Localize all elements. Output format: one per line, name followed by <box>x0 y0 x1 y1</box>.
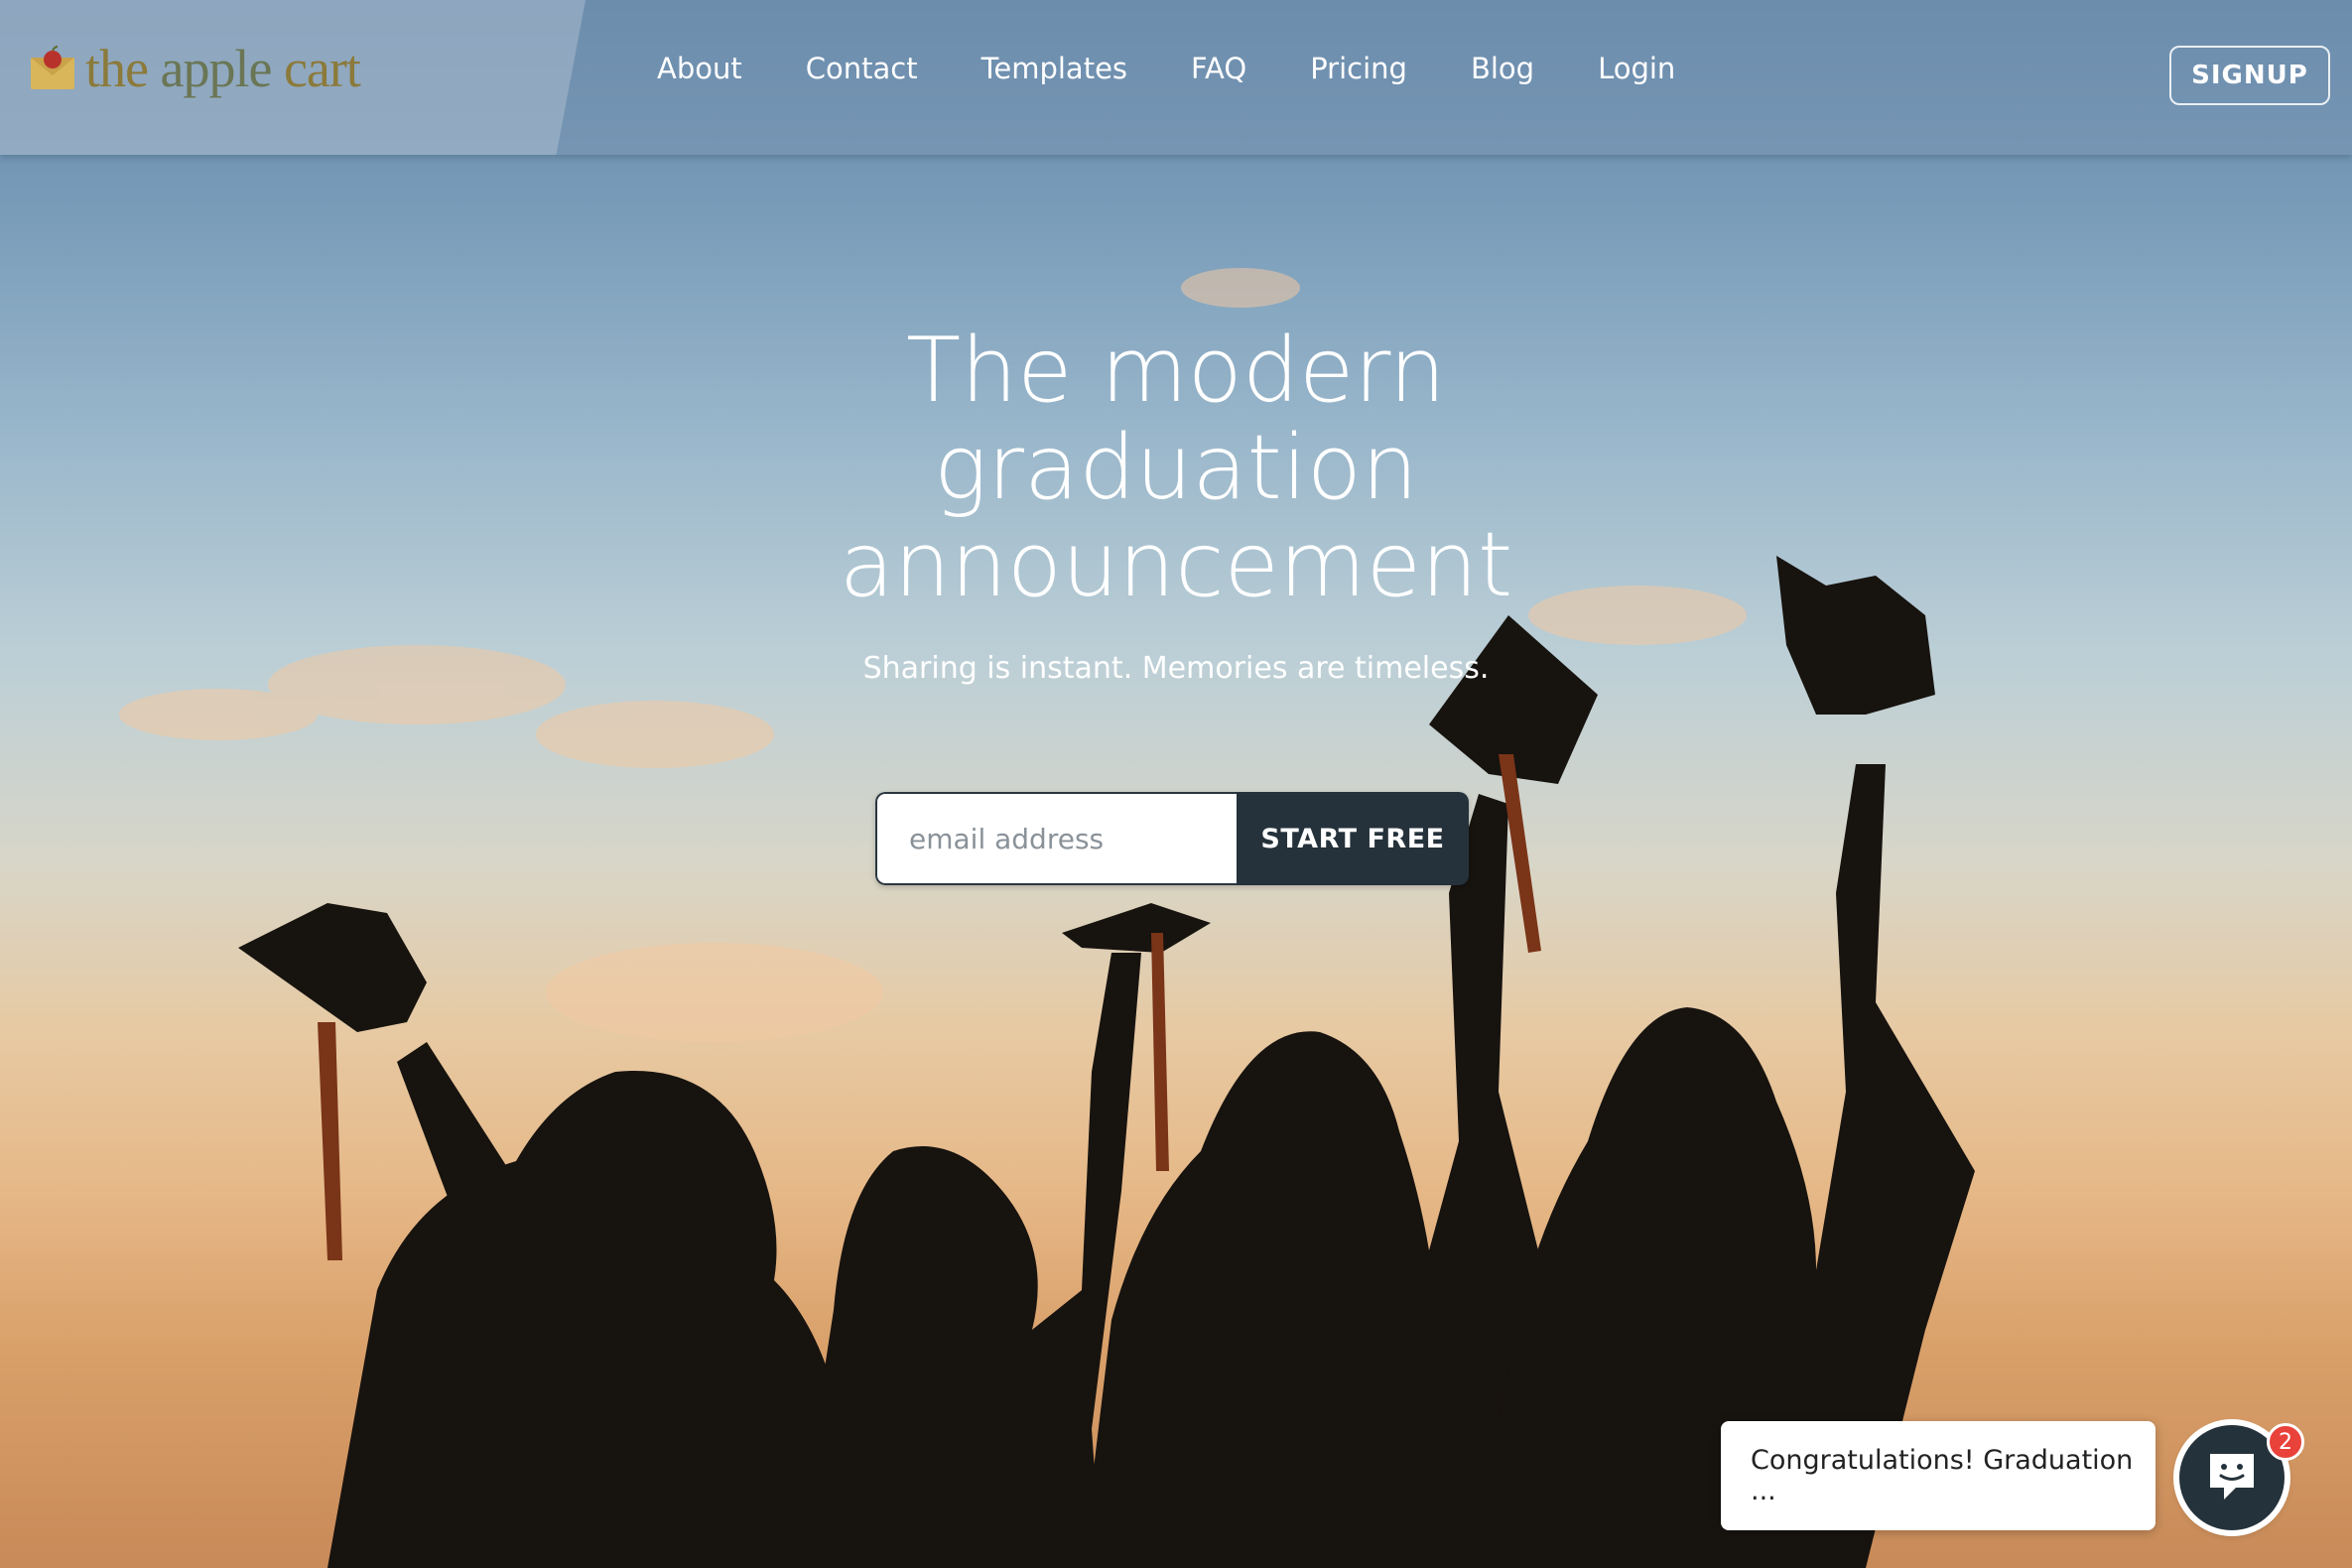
top-navigation-bar: the apple cart About Contact Templates F… <box>0 0 2352 155</box>
headline-line: announcement <box>839 513 1513 617</box>
hero-background <box>0 0 2352 1568</box>
nav-link-faq[interactable]: FAQ <box>1191 52 1246 85</box>
signup-button[interactable]: SIGNUP <box>2169 46 2330 105</box>
nav-link-contact[interactable]: Contact <box>806 52 918 85</box>
nav-link-blog[interactable]: Blog <box>1471 52 1534 85</box>
headline-line: The modern <box>906 319 1446 423</box>
logo-word-the: the <box>85 39 161 98</box>
hero-headline: The modern graduation announcement <box>0 323 2352 614</box>
logo-word-apple: apple <box>160 39 272 98</box>
logo[interactable]: the apple cart <box>30 38 361 99</box>
chat-preview-bubble[interactable]: Congratulations! Graduation ... <box>1721 1421 2156 1530</box>
email-signup-form: START FREE <box>875 792 1469 885</box>
headline-line: graduation <box>934 416 1418 520</box>
graduates-silhouette-image <box>119 268 1975 1568</box>
email-input[interactable] <box>875 792 1237 885</box>
hero-subheading: Sharing is instant. Memories are timeles… <box>862 651 1490 686</box>
chat-face-icon <box>2210 1454 2254 1500</box>
nav-link-pricing[interactable]: Pricing <box>1310 52 1407 85</box>
nav-link-login[interactable]: Login <box>1598 52 1675 85</box>
logo-wordmark: the apple cart <box>85 38 361 99</box>
nav-link-templates[interactable]: Templates <box>981 52 1127 85</box>
start-free-button[interactable]: START FREE <box>1237 792 1469 885</box>
main-nav: About Contact Templates FAQ Pricing Blog… <box>657 52 1739 85</box>
apple-envelope-icon <box>31 46 74 89</box>
nav-link-about[interactable]: About <box>657 52 742 85</box>
unread-count-badge: 2 <box>2267 1423 2304 1461</box>
logo-word-cart: cart <box>271 39 361 98</box>
